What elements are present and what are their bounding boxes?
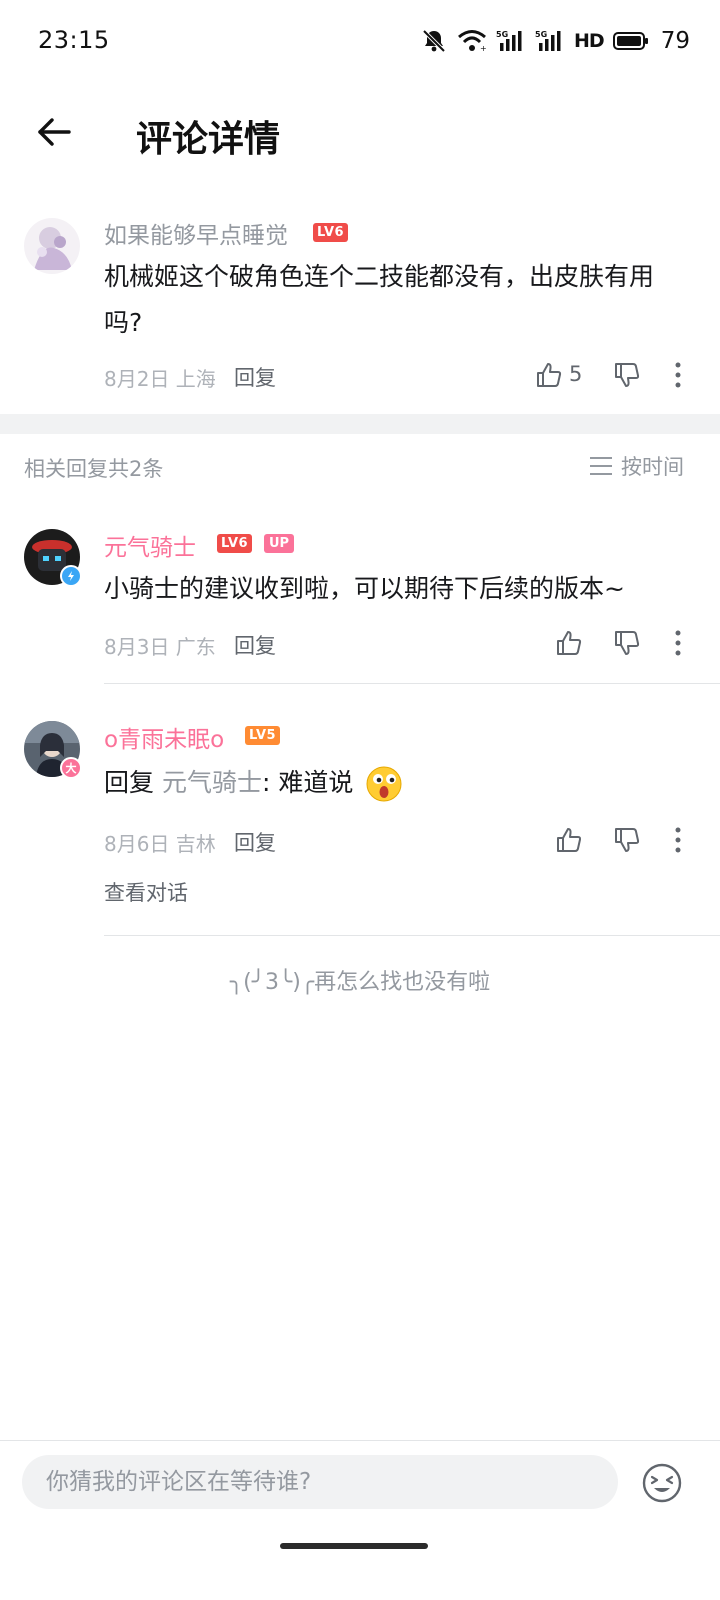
- more-dots-icon: [675, 827, 681, 853]
- emoji-button[interactable]: [640, 1461, 684, 1505]
- vip-badge-icon: 大: [60, 757, 82, 779]
- home-indicator[interactable]: [280, 1543, 428, 1549]
- svg-text:+: +: [480, 44, 487, 53]
- hd-label: HD: [574, 30, 605, 52]
- status-time: 23:15: [38, 26, 110, 54]
- comment-text: 机械姬这个破角色连个二技能都没有，出皮肤有用吗?: [104, 262, 655, 337]
- thumbs-up-icon: [537, 363, 562, 387]
- thumbs-up-icon: [557, 631, 582, 655]
- more-button[interactable]: [661, 626, 695, 660]
- battery-icon: [612, 31, 649, 51]
- reply-text: 小骑士的建议收到啦，可以期待下后续的版本~: [104, 574, 625, 603]
- thumbs-down-icon: [615, 631, 640, 655]
- svg-text:5G: 5G: [496, 30, 508, 39]
- comment-input[interactable]: [22, 1455, 618, 1509]
- reply-date-location: 8月6日 吉林: [104, 832, 216, 856]
- reply-content: : 难道说: [261, 768, 354, 797]
- sort-label: 按时间: [621, 455, 684, 479]
- view-conversation-link[interactable]: 查看对话: [104, 877, 188, 907]
- username[interactable]: o青雨未眠o: [104, 720, 224, 754]
- battery-percent: 79: [660, 28, 690, 54]
- header: 评论详情: [0, 84, 720, 180]
- comment-date-location: 8月2日 上海: [104, 367, 216, 391]
- more-button[interactable]: [661, 358, 695, 392]
- username[interactable]: 元气骑士: [104, 528, 196, 562]
- level-badge: LV5: [245, 726, 281, 745]
- back-button[interactable]: [28, 106, 80, 158]
- signal-5g-icon-2: 5G: [535, 29, 565, 53]
- dislike-button[interactable]: [610, 358, 644, 392]
- like-button[interactable]: [552, 823, 586, 857]
- more-dots-icon: [675, 362, 681, 388]
- wifi-icon: +: [457, 29, 487, 53]
- reply-button[interactable]: 回复: [234, 362, 276, 392]
- svg-text:5G: 5G: [535, 30, 547, 39]
- avatar[interactable]: [24, 218, 80, 274]
- username[interactable]: 如果能够早点睡觉: [104, 216, 288, 250]
- reply-button[interactable]: 回复: [234, 630, 276, 660]
- thumbs-down-icon: [615, 363, 640, 387]
- emoji-face-icon: [642, 1463, 682, 1503]
- thumbs-down-icon: [615, 828, 640, 852]
- status-bar: 23:15 + 5G 5G HD 79: [0, 0, 720, 84]
- back-arrow-icon: [38, 118, 71, 146]
- status-icons: + 5G 5G HD 79: [420, 26, 690, 56]
- mention-link[interactable]: 元气骑士: [162, 768, 262, 797]
- signal-5g-icon: 5G: [496, 29, 526, 53]
- sort-button[interactable]: 按时间: [589, 451, 684, 481]
- page-title: 评论详情: [136, 119, 281, 160]
- up-badge: UP: [264, 534, 295, 553]
- mute-bell-icon: [420, 27, 448, 55]
- end-of-list-note: ╮(╯3╰)╭再怎么找也没有啦: [229, 970, 491, 995]
- dislike-button[interactable]: [610, 626, 644, 660]
- like-button[interactable]: [552, 626, 586, 660]
- level-badge: LV6: [313, 223, 349, 242]
- like-count: 5: [569, 362, 583, 386]
- more-dots-icon: [675, 630, 681, 656]
- like-button[interactable]: [532, 358, 566, 392]
- level-badge: LV6: [217, 534, 253, 553]
- divider: [104, 683, 720, 684]
- dislike-button[interactable]: [610, 823, 644, 857]
- reply-button[interactable]: 回复: [234, 827, 276, 857]
- shocked-emoji-icon: [366, 766, 402, 802]
- sort-lines-icon: [590, 457, 612, 475]
- verified-badge-icon: [60, 565, 82, 587]
- reply-count: 相关回复共2条: [24, 457, 164, 481]
- divider: [104, 935, 720, 936]
- more-button[interactable]: [661, 823, 695, 857]
- reply-prefix: 回复: [104, 768, 155, 797]
- section-divider: [0, 414, 720, 434]
- reply-date-location: 8月3日 广东: [104, 635, 216, 659]
- reply-text: 回复 元气骑士: 难道说: [104, 760, 403, 806]
- thumbs-up-icon: [557, 828, 582, 852]
- bottom-comment-bar: [0, 1440, 720, 1600]
